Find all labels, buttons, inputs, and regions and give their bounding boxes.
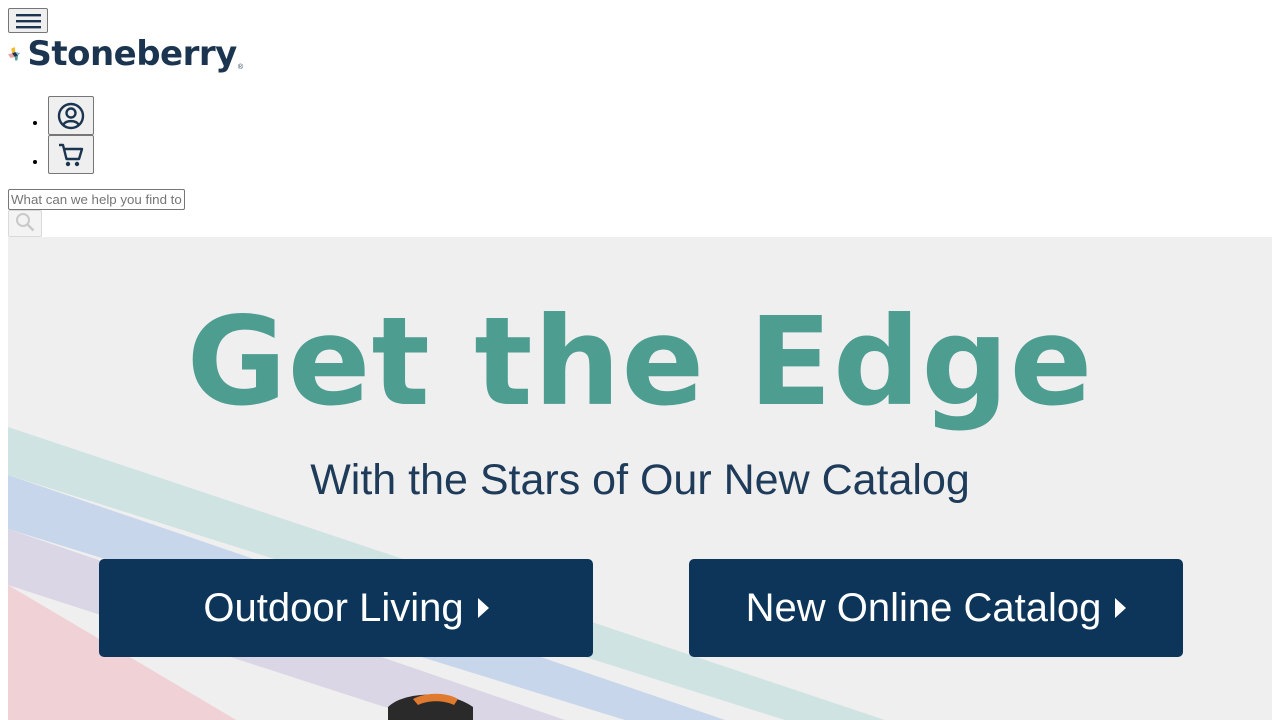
cart-button[interactable] xyxy=(48,135,94,174)
stoneberry-logo[interactable]: Stoneberry ® xyxy=(8,33,243,75)
new-online-catalog-label: New Online Catalog xyxy=(745,585,1102,630)
new-online-catalog-button[interactable]: New Online Catalog xyxy=(689,559,1183,657)
utility-item-account xyxy=(48,95,1272,135)
cart-icon xyxy=(59,143,84,166)
hero-banner[interactable]: Get the Edge With the Stars of Our New C… xyxy=(8,237,1272,720)
utility-nav xyxy=(8,95,1272,174)
page: Stoneberry ® • • What can we help you fi… xyxy=(0,0,1280,720)
outdoor-living-label: Outdoor Living xyxy=(203,585,464,630)
logo-mark-icon xyxy=(8,46,21,61)
account-icon xyxy=(57,102,85,129)
search-input[interactable] xyxy=(8,189,185,210)
play-arrow-icon xyxy=(1115,598,1127,618)
hero-subtitle: With the Stars of Our New Catalog xyxy=(310,456,970,504)
outdoor-living-button[interactable]: Outdoor Living xyxy=(99,559,593,657)
hero-title: Get the Edge xyxy=(186,291,1094,433)
logo-wordmark: Stoneberry xyxy=(27,34,237,74)
play-arrow-icon xyxy=(477,598,489,618)
hamburger-menu-icon xyxy=(16,14,41,29)
account-button[interactable] xyxy=(48,96,94,135)
menu-button[interactable] xyxy=(8,8,48,33)
utility-item-cart xyxy=(48,134,1272,174)
search-icon xyxy=(16,213,35,232)
logo-registered-mark: ® xyxy=(237,64,243,71)
search-button[interactable] xyxy=(8,210,42,237)
